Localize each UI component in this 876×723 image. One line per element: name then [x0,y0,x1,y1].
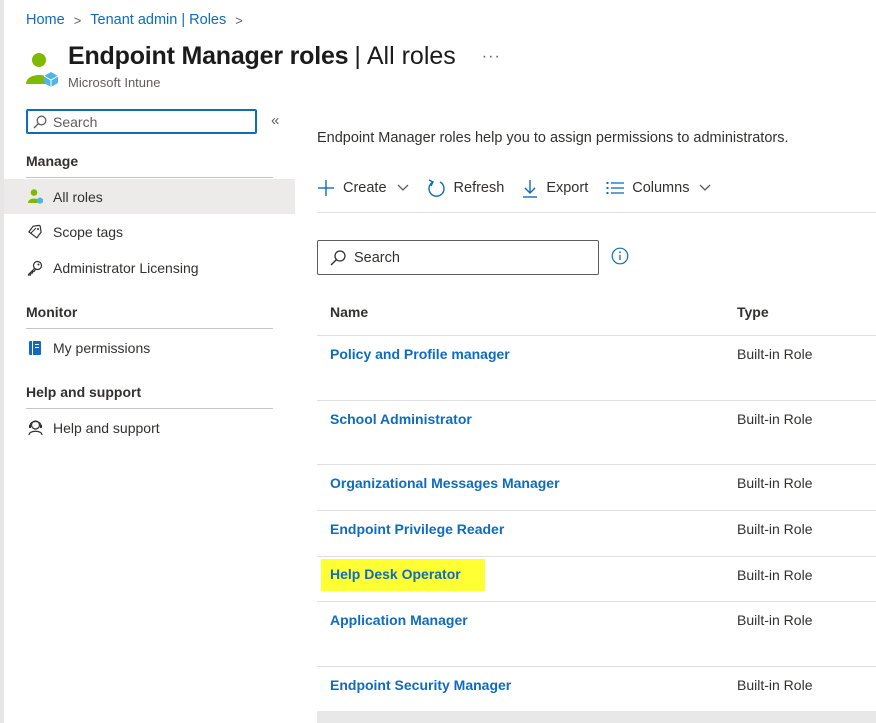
roles-table: Name Type Policy and Profile manager Bui… [317,292,876,723]
sidebar-item-my-permissions[interactable]: My permissions [4,330,295,365]
breadcrumb-separator: > [73,12,82,28]
table-row[interactable]: Organizational Messages Manager Built-in… [317,465,876,511]
column-header-name[interactable]: Name [330,304,368,320]
sidebar-item-label: Help and support [53,419,160,436]
table-row[interactable]: Endpoint Security Manager Built-in Role [317,667,876,711]
page-title: Endpoint Manager roles [68,42,349,70]
sidebar-item-all-roles[interactable]: All roles [4,179,295,214]
role-type: Built-in Role [737,567,813,583]
roles-icon [26,188,44,206]
table-row[interactable]: Application Manager Built-in Role [317,602,876,667]
table-row[interactable]: Policy and Profile manager Built-in Role [317,336,876,401]
page-description: Endpoint Manager roles help you to assig… [317,130,789,146]
roles-icon [26,53,59,87]
role-name-link[interactable]: School Administrator [330,411,472,427]
breadcrumb-home[interactable]: Home [26,12,65,28]
download-icon [522,179,538,198]
columns-button-label: Columns [632,180,690,196]
nav-search-input[interactable] [53,113,243,130]
chevron-down-icon [397,184,409,192]
sidebar-item-help-and-support[interactable]: Help and support [4,410,295,445]
role-type: Built-in Role [737,521,813,537]
role-name-link[interactable]: Endpoint Security Manager [330,677,511,693]
role-type: Built-in Role [737,475,813,491]
role-type: Built-in Role [737,612,813,628]
create-button[interactable]: Create [317,174,409,202]
role-type: Built-in Role [737,346,813,362]
role-name-link[interactable]: Policy and Profile manager [330,346,510,362]
search-icon [33,115,47,128]
roles-search-box[interactable] [317,240,599,275]
roles-search-input[interactable] [354,249,594,266]
nav-section-monitor: Monitor [26,304,273,329]
service-name: Microsoft Intune [68,75,161,90]
sidebar-item-label: My permissions [53,339,151,356]
chevron-down-icon [699,184,711,192]
export-button-label: Export [546,180,589,196]
role-name-link[interactable]: Organizational Messages Manager [330,475,560,491]
notebook-icon [26,339,44,357]
tag-icon [26,223,44,241]
page-subtitle: All roles [366,42,456,70]
column-header-type[interactable]: Type [737,304,769,320]
export-button[interactable]: Export [522,174,588,202]
table-row[interactable]: School Administrator Built-in Role [317,401,876,465]
refresh-button-label: Refresh [453,180,505,196]
sidebar-item-label: Administrator Licensing [53,259,199,276]
search-icon [330,249,346,265]
table-row[interactable]: Endpoint Privilege Reader Built-in Role [317,511,876,557]
nav-section-manage: Manage [26,153,273,178]
command-bar: Create Refresh Export Columns [317,174,876,213]
page-header: Endpoint Manager roles | All roles ··· M… [24,42,501,90]
collapse-nav-button[interactable]: « [271,112,279,129]
breadcrumb: Home > Tenant admin | Roles > [26,12,252,28]
columns-button[interactable]: Columns [606,174,711,202]
sidebar-item-label: All roles [53,188,103,205]
create-button-label: Create [343,180,387,196]
more-options-button[interactable]: ··· [482,48,501,66]
sidebar-item-label: Scope tags [53,223,124,240]
title-separator: | [354,42,361,70]
breadcrumb-separator: > [235,12,243,28]
role-type: Built-in Role [737,411,813,427]
refresh-icon [427,178,446,198]
breadcrumb-tenant-admin-roles[interactable]: Tenant admin | Roles [90,12,226,28]
nav-search-box[interactable] [26,109,257,134]
table-row[interactable]: Help Desk Operator Built-in Role [317,557,876,602]
support-icon [26,419,44,437]
role-name-link[interactable]: Endpoint Privilege Reader [330,521,504,537]
sidebar-item-scope-tags[interactable]: Scope tags [4,214,295,249]
table-scroll-region [317,711,876,723]
role-name-link-highlighted[interactable]: Help Desk Operator [321,559,485,591]
role-name-link[interactable]: Application Manager [330,612,468,628]
role-type: Built-in Role [737,677,813,693]
info-icon[interactable] [611,247,629,265]
refresh-button[interactable]: Refresh [427,174,505,202]
sidebar-item-administrator-licensing[interactable]: Administrator Licensing [4,250,295,285]
columns-icon [606,181,625,195]
table-header-row: Name Type [317,292,876,336]
key-icon [26,259,44,277]
plus-icon [317,179,335,197]
nav-section-help: Help and support [26,384,273,409]
